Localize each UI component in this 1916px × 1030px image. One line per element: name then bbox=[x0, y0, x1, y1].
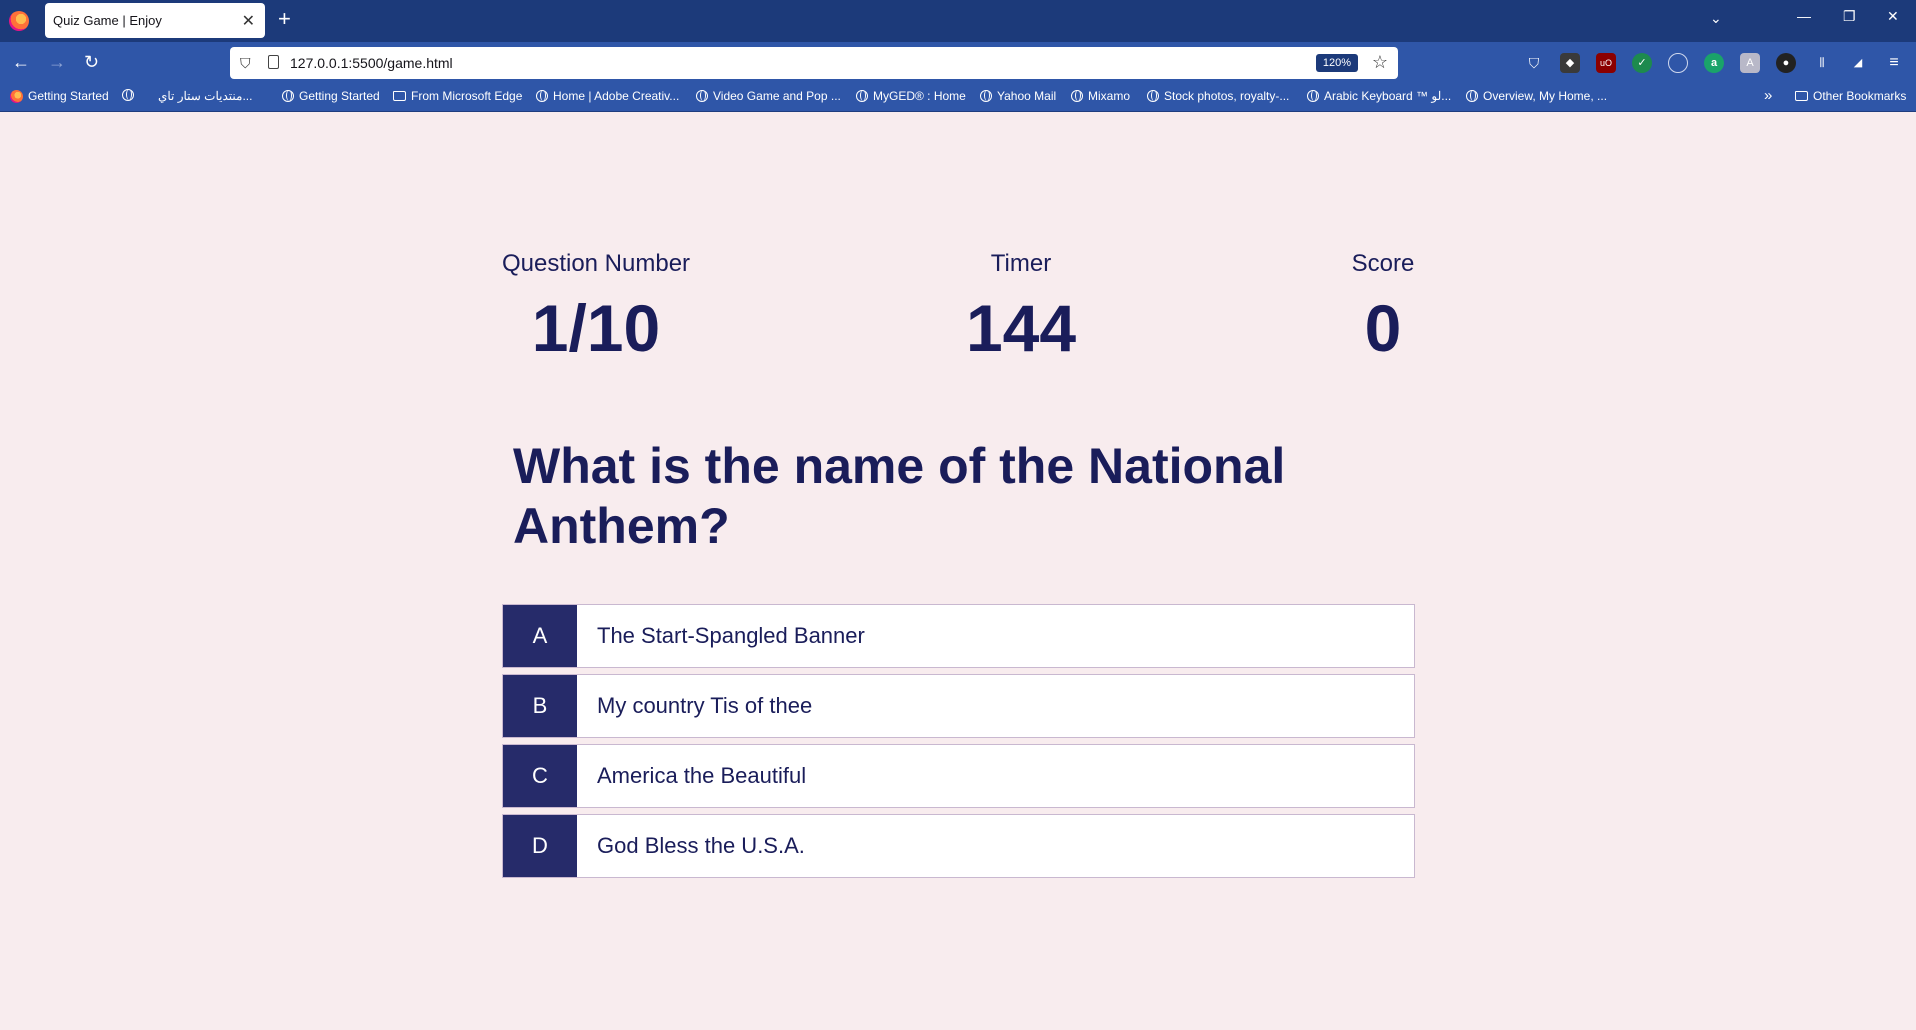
globe-icon bbox=[122, 89, 134, 101]
bookmarks-toolbar: Getting Started منتديات ستار تاي... Gett… bbox=[0, 84, 1916, 112]
globe-icon bbox=[856, 90, 868, 102]
extension-sneaker-icon[interactable]: ◢ bbox=[1848, 53, 1868, 73]
question-number-value: 1/10 bbox=[531, 291, 661, 365]
bookmark-label: Getting Started bbox=[28, 89, 109, 103]
bookmark-item[interactable]: Mixamo bbox=[1071, 89, 1130, 103]
choice-prefix: B bbox=[503, 675, 577, 737]
bookmark-label: Stock photos, royalty-... bbox=[1164, 89, 1290, 103]
bookmark-label: Video Game and Pop ... bbox=[713, 89, 841, 103]
bookmark-label: MyGED® : Home bbox=[873, 89, 966, 103]
globe-icon bbox=[1071, 90, 1083, 102]
url-text[interactable]: 127.0.0.1:5500/game.html bbox=[290, 55, 453, 71]
bookmark-item[interactable]: Overview, My Home, ... bbox=[1466, 89, 1607, 103]
back-arrow-icon[interactable]: ← bbox=[12, 52, 30, 72]
bookmark-item[interactable]: Stock photos, royalty-... bbox=[1147, 89, 1289, 103]
question-number-label: Question Number bbox=[501, 250, 691, 277]
browser-nav-toolbar: ← → ↻ ⛉ 127.0.0.1:5500/game.html 120% ☆ … bbox=[0, 42, 1916, 84]
globe-icon bbox=[282, 90, 294, 102]
browser-tab-active[interactable]: Quiz Game | Enjoy ✕ bbox=[45, 3, 265, 38]
bookmark-item[interactable]: Home | Adobe Creativ... bbox=[536, 89, 679, 103]
bookmark-item[interactable]: Getting Started bbox=[282, 89, 380, 103]
globe-icon bbox=[1466, 90, 1478, 102]
bookmark-label: Home | Adobe Creativ... bbox=[553, 89, 680, 103]
choice-text: The Start-Spangled Banner bbox=[597, 623, 865, 648]
bookmark-label: Other Bookmarks bbox=[1813, 89, 1907, 103]
bookmark-item[interactable]: Arabic Keyboard ™ لو... bbox=[1307, 89, 1451, 103]
ublock-origin-icon[interactable]: uO bbox=[1596, 53, 1616, 73]
bookmark-label: Arabic Keyboard ™ لو... bbox=[1324, 89, 1452, 103]
firefox-bookmark-icon bbox=[10, 89, 23, 103]
other-bookmarks-folder[interactable]: Other Bookmarks bbox=[1795, 89, 1906, 103]
globe-icon bbox=[1147, 90, 1159, 102]
grammar-extension-icon[interactable]: a bbox=[1704, 53, 1724, 73]
choice-b[interactable]: B My country Tis of thee bbox=[502, 674, 1415, 738]
bookmark-label: Getting Started bbox=[299, 89, 380, 103]
bookmark-item[interactable]: MyGED® : Home bbox=[856, 89, 966, 103]
choice-text: God Bless the U.S.A. bbox=[597, 833, 805, 858]
choice-text: My country Tis of thee bbox=[597, 693, 813, 718]
bookmark-item[interactable]: منتديات ستار تاي... bbox=[158, 89, 252, 103]
forward-arrow-icon[interactable]: → bbox=[48, 52, 66, 72]
score-label: Score bbox=[1351, 250, 1415, 277]
globe-icon bbox=[696, 90, 708, 102]
firefox-logo-icon bbox=[9, 11, 29, 31]
choice-prefix: C bbox=[503, 745, 577, 807]
new-tab-plus-icon[interactable]: + bbox=[278, 8, 291, 30]
address-bar[interactable]: ⛉ 127.0.0.1:5500/game.html 120% ☆ bbox=[230, 47, 1398, 79]
folder-icon bbox=[1795, 91, 1808, 101]
privacy-extension-icon[interactable]: ✓ bbox=[1632, 53, 1652, 73]
zoom-level-badge[interactable]: 120% bbox=[1315, 54, 1358, 72]
choice-d[interactable]: D God Bless the U.S.A. bbox=[502, 814, 1415, 878]
question-text: What is the name of the National Anthem? bbox=[513, 438, 1286, 554]
circle-extension-icon[interactable] bbox=[1668, 53, 1688, 73]
minimize-window-icon[interactable]: — bbox=[1797, 8, 1811, 24]
tracking-shield-icon[interactable]: ⛉ bbox=[240, 55, 251, 72]
timer-label: Timer bbox=[990, 250, 1052, 277]
bookmark-label: Yahoo Mail bbox=[997, 89, 1057, 103]
choice-prefix: A bbox=[503, 605, 577, 667]
close-tab-icon[interactable]: ✕ bbox=[242, 11, 255, 31]
bookmark-item[interactable] bbox=[122, 89, 134, 101]
choice-a[interactable]: A The Start-Spangled Banner bbox=[502, 604, 1415, 668]
bookmark-star-icon[interactable]: ☆ bbox=[1372, 52, 1388, 73]
bookmark-label: Mixamo bbox=[1088, 89, 1131, 103]
pocket-icon[interactable]: ⛉ bbox=[1524, 53, 1544, 73]
tab-title: Quiz Game | Enjoy bbox=[53, 13, 162, 28]
choice-c[interactable]: C America the Beautiful bbox=[502, 744, 1415, 808]
bookmark-item[interactable]: Video Game and Pop ... bbox=[696, 89, 841, 103]
close-window-icon[interactable]: ✕ bbox=[1887, 8, 1899, 25]
extension-avatar-icon[interactable]: ◆ bbox=[1560, 53, 1580, 73]
choice-prefix: D bbox=[503, 815, 577, 877]
translate-extension-icon[interactable]: A bbox=[1740, 53, 1760, 73]
bookmark-item[interactable]: Yahoo Mail bbox=[980, 89, 1056, 103]
list-all-tabs-chevron-icon[interactable]: ⌄ bbox=[1710, 10, 1722, 27]
page-info-icon[interactable] bbox=[268, 55, 279, 69]
globe-icon bbox=[536, 90, 548, 102]
library-icon[interactable]: ⫼ bbox=[1812, 53, 1832, 73]
bookmark-folder[interactable]: From Microsoft Edge bbox=[393, 89, 522, 103]
app-menu-hamburger-icon[interactable]: ≡ bbox=[1884, 53, 1904, 73]
timer-value: 144 bbox=[965, 291, 1077, 365]
more-bookmarks-chevron-icon[interactable]: » bbox=[1764, 87, 1772, 104]
notification-extension-icon[interactable]: ● bbox=[1776, 53, 1796, 73]
bookmark-label: منتديات ستار تاي... bbox=[158, 89, 253, 103]
browser-tab-bar: Quiz Game | Enjoy ✕ + ⌄ — ❐ ✕ bbox=[0, 0, 1916, 42]
bookmark-label: Overview, My Home, ... bbox=[1483, 89, 1608, 103]
bookmark-item[interactable]: Getting Started bbox=[10, 89, 109, 103]
globe-icon bbox=[1307, 90, 1319, 102]
globe-icon bbox=[980, 90, 992, 102]
reload-icon[interactable]: ↻ bbox=[84, 52, 99, 72]
choice-text: America the Beautiful bbox=[597, 763, 807, 788]
bookmark-label: From Microsoft Edge bbox=[411, 89, 523, 103]
folder-icon bbox=[393, 91, 406, 101]
restore-window-icon[interactable]: ❐ bbox=[1843, 8, 1856, 25]
score-value: 0 bbox=[1364, 291, 1402, 365]
